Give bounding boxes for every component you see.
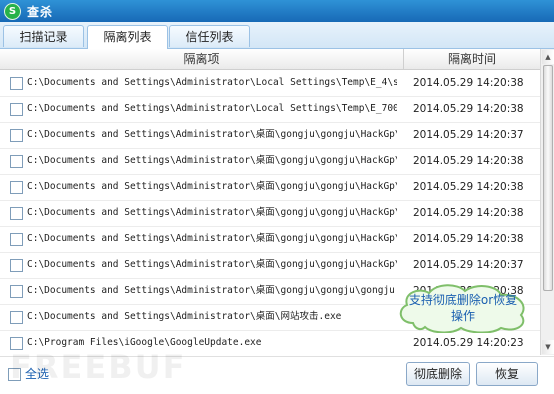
- tab-quarantine-list[interactable]: 隔离列表: [87, 25, 168, 49]
- column-header: 隔离项 隔离时间: [0, 49, 540, 70]
- table-row[interactable]: C:\Documents and Settings\Administrator\…: [0, 226, 540, 253]
- vertical-scrollbar[interactable]: ▲ ▼: [540, 49, 554, 355]
- row-time: 2014.05.29 14:20:38: [413, 181, 524, 193]
- row-checkbox[interactable]: [10, 259, 23, 272]
- row-checkbox[interactable]: [10, 285, 23, 298]
- tab-strip: 扫描记录 隔离列表 信任列表: [0, 22, 554, 49]
- row-path: C:\Documents and Settings\Administrator\…: [27, 181, 397, 192]
- row-time: 2014.05.29 14:20:37: [413, 129, 524, 141]
- row-checkbox[interactable]: [10, 77, 23, 90]
- row-checkbox[interactable]: [10, 181, 23, 194]
- scrollbar-thumb[interactable]: [543, 65, 553, 291]
- row-time: 2014.05.29 14:20:38: [413, 77, 524, 89]
- row-path: C:\Documents and Settings\Administrator\…: [27, 207, 397, 218]
- row-path: C:\Documents and Settings\Administrator\…: [27, 285, 397, 296]
- row-time: 2014.05.29 14:20:23: [413, 337, 524, 349]
- footer-bar: 全选 彻底删除 恢复: [0, 356, 554, 394]
- table-row[interactable]: C:\Program Files\iGoogle\GoogleUpdate.ex…: [0, 330, 540, 357]
- table-row[interactable]: C:\Documents and Settings\Administrator\…: [0, 96, 540, 123]
- row-path: C:\Documents and Settings\Administrator\…: [27, 233, 397, 244]
- table-row[interactable]: C:\Documents and Settings\Administrator\…: [0, 200, 540, 227]
- row-checkbox[interactable]: [10, 207, 23, 220]
- callout-text: 支持彻底删除or恢复操作: [408, 293, 518, 323]
- row-checkbox[interactable]: [10, 233, 23, 246]
- table-row[interactable]: C:\Documents and Settings\Administrator\…: [0, 174, 540, 201]
- row-checkbox[interactable]: [10, 311, 23, 324]
- scroll-up-arrow-icon[interactable]: ▲: [542, 50, 554, 64]
- scroll-down-arrow-icon[interactable]: ▼: [542, 340, 554, 354]
- row-time: 2014.05.29 14:20:38: [413, 233, 524, 245]
- row-path: C:\Documents and Settings\Administrator\…: [27, 77, 397, 88]
- row-checkbox[interactable]: [10, 103, 23, 116]
- select-all-checkbox[interactable]: [8, 368, 21, 381]
- tab-scan-records[interactable]: 扫描记录: [3, 25, 84, 47]
- table-row[interactable]: C:\Documents and Settings\Administrator\…: [0, 70, 540, 97]
- column-item-header[interactable]: 隔离项: [0, 49, 404, 69]
- callout-bubble: 支持彻底删除or恢复操作: [395, 283, 531, 333]
- row-path: C:\Documents and Settings\Administrator\…: [27, 311, 342, 322]
- row-time: 2014.05.29 14:20:38: [413, 207, 524, 219]
- row-path: C:\Documents and Settings\Administrator\…: [27, 129, 397, 140]
- select-all-label[interactable]: 全选: [25, 365, 49, 382]
- title-bar: S 查杀: [0, 0, 554, 22]
- tab-trust-list[interactable]: 信任列表: [169, 25, 250, 47]
- table-row[interactable]: C:\Documents and Settings\Administrator\…: [0, 252, 540, 279]
- table-row[interactable]: C:\Documents and Settings\Administrator\…: [0, 148, 540, 175]
- app-shield-icon: S: [4, 2, 21, 20]
- row-time: 2014.05.29 14:20:38: [413, 103, 524, 115]
- restore-button[interactable]: 恢复: [476, 362, 538, 386]
- permanent-delete-button[interactable]: 彻底删除: [406, 362, 470, 386]
- row-time: 2014.05.29 14:20:38: [413, 155, 524, 167]
- column-time-header[interactable]: 隔离时间: [404, 49, 540, 69]
- row-time: 2014.05.29 14:20:37: [413, 259, 524, 271]
- row-path: C:\Documents and Settings\Administrator\…: [27, 259, 397, 270]
- row-checkbox[interactable]: [10, 337, 23, 350]
- row-path: C:\Documents and Settings\Administrator\…: [27, 155, 397, 166]
- row-path: C:\Program Files\iGoogle\GoogleUpdate.ex…: [27, 337, 262, 348]
- row-checkbox[interactable]: [10, 155, 23, 168]
- row-checkbox[interactable]: [10, 129, 23, 142]
- row-path: C:\Documents and Settings\Administrator\…: [27, 103, 397, 114]
- window-title: 查杀: [27, 4, 54, 19]
- table-row[interactable]: C:\Documents and Settings\Administrator\…: [0, 122, 540, 149]
